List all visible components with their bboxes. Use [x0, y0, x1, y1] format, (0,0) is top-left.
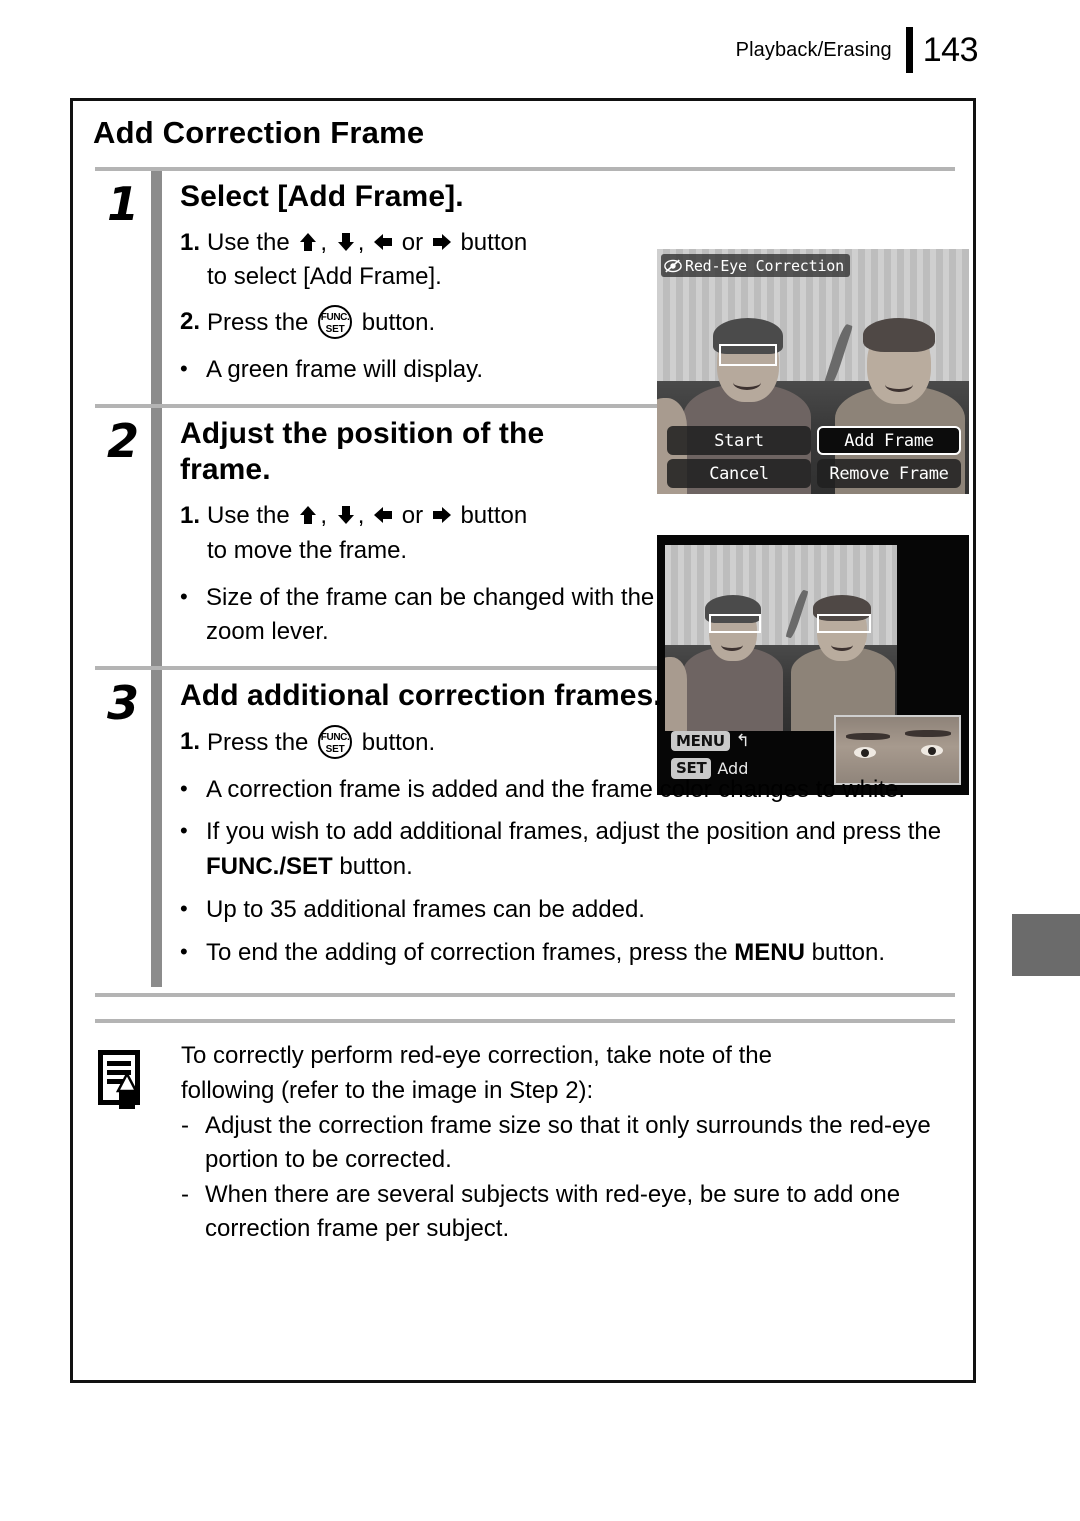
item-prefix: Press the: [207, 309, 309, 337]
arrow-right-icon: [431, 504, 453, 526]
func-set-icon: FUNC. SET: [318, 305, 353, 340]
step-number: 1: [106, 177, 139, 231]
note-item-text: When there are several subjects with red…: [205, 1180, 901, 1242]
step-item: 1. Press the FUNC. SET button.: [180, 724, 957, 761]
bullet-text: If you wish to add additional frames, ad…: [206, 815, 957, 885]
step-content: Adjust the position of the frame. 1. Use…: [162, 408, 957, 666]
note-block: To correctly perform red-eye correction,…: [95, 1039, 957, 1246]
item-marker: 2.: [180, 308, 201, 336]
header-divider: [905, 27, 913, 73]
page-title: Add Correction Frame: [93, 115, 425, 150]
bullet-marker: •: [180, 818, 188, 844]
bullet-text: A green frame will display.: [206, 355, 484, 383]
page-content-box: Add Correction Frame Red-Eye Correction …: [70, 98, 976, 1383]
bullet-text-bold: FUNC./SET: [206, 853, 333, 881]
step-bullet: • To end the adding of correction frames…: [180, 936, 957, 971]
step-content: Add additional correction frames. 1. Pre…: [162, 670, 957, 986]
step-number: 2: [106, 413, 139, 468]
step-item: 1. Use the , , or button to move the fram…: [180, 499, 957, 569]
note-icon-wrapper: [95, 1039, 159, 1246]
step-accent-bar: [151, 171, 162, 404]
item-marker: 1.: [180, 228, 201, 256]
bullet-marker: •: [180, 355, 188, 381]
step-divider: [95, 992, 955, 997]
steps-container: Red-Eye Correction Start Add Frame Cance…: [95, 167, 969, 997]
item-text: Press the FUNC. SET button.: [207, 724, 957, 761]
arrow-left-icon: [372, 504, 394, 526]
step-bullet: • Up to 35 additional frames can be adde…: [180, 893, 957, 928]
item-continuation: to move the frame.: [207, 536, 408, 564]
note-text: To correctly perform red-eye correction,…: [159, 1039, 957, 1246]
note-intro-line-2: following (refer to the image in Step 2)…: [181, 1076, 594, 1104]
step-bullet: • If you wish to add additional frames, …: [180, 815, 957, 885]
bullet-marker: •: [180, 583, 188, 609]
bullet-marker: •: [180, 895, 188, 921]
step-bullet: • A green frame will display.: [180, 353, 957, 388]
item-suffix: button: [460, 501, 528, 529]
func-set-icon: FUNC. SET: [318, 724, 353, 759]
item-suffix: button.: [361, 728, 436, 756]
bullet-text-after: button.: [332, 853, 413, 881]
note-item-marker: -: [181, 1111, 189, 1139]
thumb-index-tab: [1012, 914, 1080, 976]
step-3: 3 Add additional correction frames. 1. P…: [95, 670, 957, 987]
running-header: Playback/Erasing 143: [735, 26, 979, 74]
note-intro-line-1: To correctly perform red-eye correction,…: [181, 1041, 772, 1069]
arrow-up-icon: [297, 504, 319, 526]
note-divider: [95, 1018, 955, 1023]
bullet-text-before: To end the adding of correction frames, …: [206, 938, 735, 966]
note-item-text: Adjust the correction frame size so that…: [205, 1111, 931, 1173]
bullet-text-bold: MENU: [734, 938, 805, 966]
item-suffix: button.: [361, 309, 436, 337]
bullet-text: Up to 35 additional frames can be added.: [206, 895, 645, 923]
step-bullet: • A correction frame is added and the fr…: [180, 773, 957, 808]
item-continuation: to select [Add Frame].: [207, 263, 442, 291]
step-heading: Add additional correction frames.: [180, 679, 662, 713]
bullet-text: A correction frame is added and the fram…: [206, 775, 906, 803]
item-suffix: button: [460, 228, 528, 256]
item-prefix: Press the: [207, 728, 309, 756]
step-item: 1. Use the , , or button to select [Add F…: [180, 226, 957, 296]
item-prefix: Use the: [207, 501, 290, 529]
header-section-label: Playback/Erasing: [735, 38, 892, 61]
note-item: - Adjust the correction frame size so th…: [181, 1109, 957, 1177]
arrow-down-icon: [335, 231, 357, 253]
step-accent-bar: [151, 670, 162, 987]
bullet-marker: •: [180, 938, 188, 964]
item-text: Press the FUNC. SET button.: [207, 305, 957, 341]
item-marker: 1.: [180, 727, 201, 755]
step-heading: Select [Add Frame].: [180, 180, 464, 213]
bullet-text: Size of the frame can be changed with th…: [206, 583, 655, 646]
note-item-marker: -: [181, 1180, 189, 1208]
step-heading: Adjust the position of the frame.: [180, 416, 545, 487]
item-text: Use the , , or button to move the frame.: [207, 501, 528, 564]
note-pencil-icon: [98, 1049, 140, 1109]
step-accent-bar: [151, 407, 162, 667]
step-bullet: • Size of the frame can be changed with …: [180, 581, 957, 651]
arrow-right-icon: [431, 231, 453, 253]
arrow-left-icon: [372, 231, 394, 253]
step-number: 3: [106, 676, 139, 731]
item-prefix: Use the: [207, 228, 290, 256]
bullet-marker: •: [180, 775, 188, 801]
page-number: 143: [922, 30, 979, 69]
step-2: 2 Adjust the position of the frame. 1. U…: [95, 407, 957, 667]
step-1: 1 Select [Add Frame]. 1. Use the , , or …: [95, 171, 957, 404]
item-marker: 1.: [180, 501, 201, 529]
step-item: 2. Press the FUNC. SET button.: [180, 305, 957, 341]
note-item: - When there are several subjects with r…: [181, 1178, 957, 1246]
item-text: Use the , , or button to select [Add Fram…: [207, 228, 528, 291]
arrow-up-icon: [297, 231, 319, 253]
arrow-down-icon: [335, 504, 357, 526]
bullet-text: To end the adding of correction frames, …: [206, 936, 957, 971]
step-content: Select [Add Frame]. 1. Use the , , or bu…: [162, 171, 957, 404]
bullet-text-before: If you wish to add additional frames, ad…: [206, 818, 942, 846]
bullet-text-after: button.: [804, 938, 886, 966]
